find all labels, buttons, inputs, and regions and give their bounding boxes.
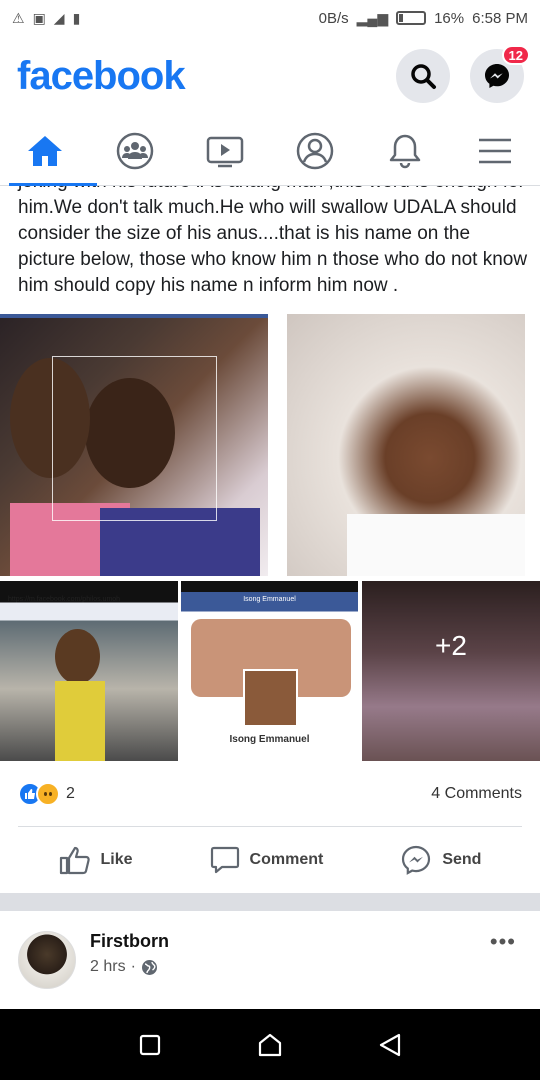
tab-watch[interactable]: [189, 116, 261, 186]
signal-icon: ◢: [53, 9, 65, 26]
home-icon: [28, 135, 62, 166]
sad-reaction-icon: [36, 782, 60, 806]
tab-profile[interactable]: [279, 116, 351, 186]
thumbs-up-icon: [59, 846, 90, 875]
search-button[interactable]: [396, 49, 450, 103]
groups-icon: [116, 132, 154, 169]
meta-separator: ·: [130, 958, 136, 975]
watch-video-icon: [206, 136, 244, 167]
comments-count[interactable]: 4 Comments: [431, 785, 522, 803]
globe-icon: [141, 959, 157, 975]
more-photos-overlay[interactable]: +2: [362, 581, 540, 761]
divider: [18, 826, 522, 827]
post-photo-1[interactable]: [0, 314, 268, 576]
network-speed: 0B/s: [318, 9, 349, 27]
author-avatar[interactable]: [18, 931, 76, 989]
recents-icon[interactable]: [139, 1034, 161, 1056]
author-name[interactable]: Firstborn: [90, 931, 169, 952]
profile-icon: [296, 132, 334, 169]
post-photo-2[interactable]: [287, 314, 525, 576]
messenger-badge: 12: [501, 45, 530, 65]
post-actions: Like Comment Send: [0, 830, 540, 890]
app-header: facebook 12: [0, 36, 540, 116]
post-photo-5[interactable]: +2: [362, 581, 540, 761]
post-photo-4[interactable]: Isong Emmanuel Isong Emmanuel: [181, 581, 358, 761]
comment-button[interactable]: Comment: [210, 845, 324, 875]
post-body: joking with his future .As anang man ,th…: [0, 186, 540, 304]
post-text: joking with his future .As anang man ,th…: [18, 186, 528, 296]
hamburger-menu-icon: [479, 138, 511, 163]
reactions-summary: 2 4 Comments: [18, 772, 522, 816]
next-post-header: Firstborn 2 hrs · •••: [0, 911, 540, 1009]
tab-menu[interactable]: [459, 116, 531, 186]
facebook-logo[interactable]: facebook: [17, 54, 186, 99]
messenger-send-icon: [402, 845, 431, 875]
battery-icon: [396, 11, 427, 25]
tab-notifications[interactable]: [369, 116, 441, 186]
comment-label: Comment: [249, 851, 324, 868]
feed-separator: [0, 893, 540, 911]
back-icon[interactable]: [379, 1033, 401, 1057]
photo-url-text: https://m.facebook.com/philos.umoh: [8, 596, 121, 603]
image-icon: ▣: [32, 9, 46, 26]
messenger-icon: [485, 64, 509, 88]
nav-tabs: [0, 116, 540, 186]
comment-icon: [210, 846, 239, 874]
system-navigation-bar: [0, 1009, 540, 1080]
like-button[interactable]: Like: [59, 845, 133, 875]
send-label: Send: [442, 851, 482, 868]
more-options-icon[interactable]: •••: [490, 929, 516, 955]
tab-home[interactable]: [9, 116, 97, 186]
messenger-button[interactable]: 12: [470, 45, 530, 103]
home-nav-icon[interactable]: [258, 1033, 282, 1057]
tab-groups[interactable]: [99, 116, 171, 186]
clock: 6:58 PM: [472, 9, 528, 27]
post-photo-3[interactable]: https://m.facebook.com/philos.umoh: [0, 581, 178, 761]
status-bar: ⚠ ▣ ◢ ▮ 0B/s ▂▄▆ 16% 6:58 PM: [0, 0, 540, 36]
cell-signal-icon: ▂▄▆: [356, 9, 389, 26]
post-time[interactable]: 2 hrs: [90, 958, 126, 976]
photo-profile-name: Isong Emmanuel: [229, 734, 310, 745]
battery-level: 16%: [434, 9, 465, 27]
warning-icon: ⚠: [12, 9, 25, 26]
like-label: Like: [100, 851, 133, 868]
bell-icon: [389, 134, 421, 168]
post-meta: 2 hrs ·: [90, 958, 158, 976]
sim-icon: ▮: [72, 9, 81, 26]
reaction-icons[interactable]: 2: [18, 782, 75, 806]
search-icon: [411, 64, 436, 89]
photo-profile-title: Isong Emmanuel: [243, 596, 296, 603]
reaction-count: 2: [66, 785, 75, 802]
send-button[interactable]: Send: [400, 844, 481, 876]
